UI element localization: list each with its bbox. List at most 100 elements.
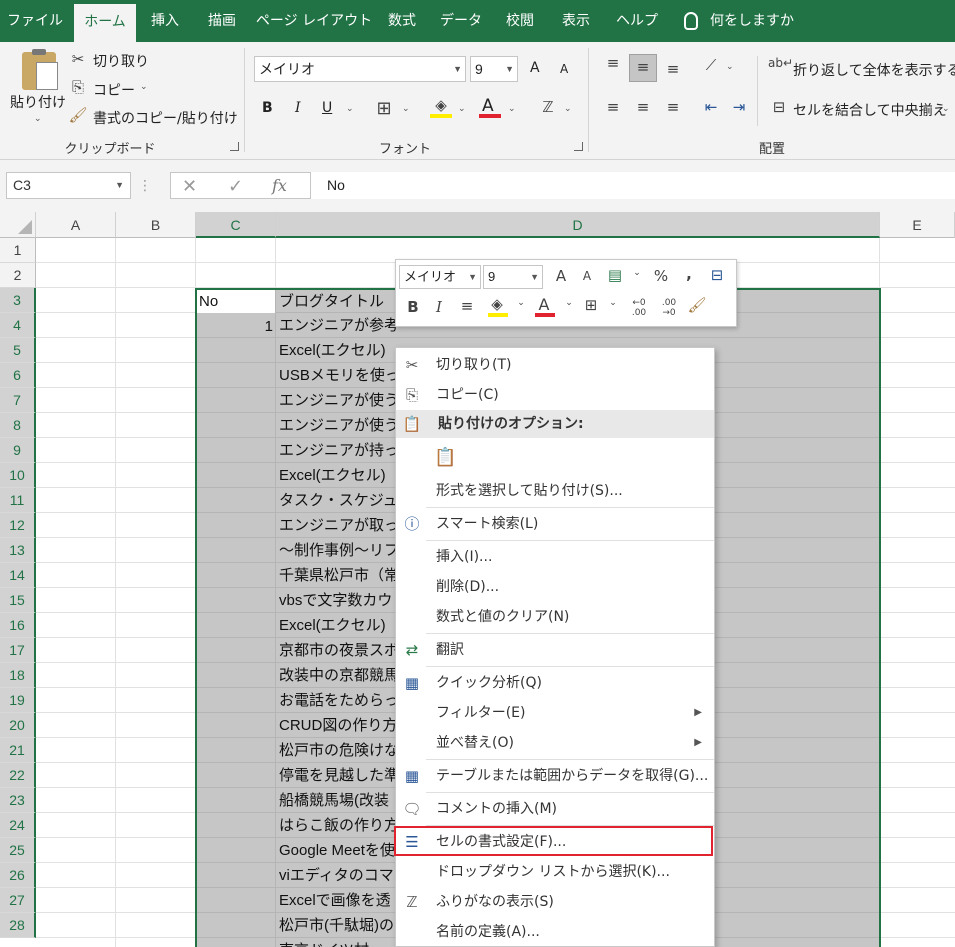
- tab-file[interactable]: ファイル: [0, 0, 70, 42]
- row-header[interactable]: 6: [0, 363, 36, 388]
- row-header[interactable]: 9: [0, 438, 36, 463]
- clipboard-launcher-icon[interactable]: [230, 142, 239, 151]
- percent-style-button[interactable]: %: [650, 267, 672, 285]
- font-color-dropdown-chevron-icon[interactable]: ⌄: [508, 104, 516, 114]
- menu-item-quick-analysis[interactable]: ▦ クイック分析(Q): [396, 669, 714, 697]
- menu-item-smart-lookup[interactable]: ⓘ スマート検索(L): [396, 510, 714, 538]
- select-all-button[interactable]: [0, 212, 36, 238]
- paste-option-default[interactable]: 📋: [396, 442, 714, 476]
- column-header-a[interactable]: A: [36, 212, 116, 238]
- row-header[interactable]: 28: [0, 913, 36, 938]
- row-header[interactable]: 7: [0, 388, 36, 413]
- row-header[interactable]: 25: [0, 838, 36, 863]
- row-header[interactable]: 22: [0, 763, 36, 788]
- merge-dropdown-chevron-icon[interactable]: ⌄: [942, 104, 950, 114]
- row-header[interactable]: 15: [0, 588, 36, 613]
- row-header[interactable]: 3: [0, 288, 36, 313]
- row-header[interactable]: 17: [0, 638, 36, 663]
- mini-shrink-font-icon[interactable]: A: [576, 269, 598, 283]
- mini-font-name-combo[interactable]: メイリオ ▼: [399, 265, 481, 289]
- column-header-e[interactable]: E: [880, 212, 955, 238]
- paste-icon[interactable]: [22, 49, 58, 90]
- name-box[interactable]: C3 ▼: [6, 172, 131, 199]
- mini-font-color-icon[interactable]: A: [533, 295, 555, 314]
- comma-style-button[interactable]: ,: [678, 265, 700, 283]
- mini-align-icon[interactable]: ≡: [456, 297, 478, 315]
- align-bottom-icon[interactable]: ≡: [662, 60, 684, 78]
- mini-borders-icon[interactable]: ⊞: [580, 296, 602, 314]
- cut-button[interactable]: 切り取り: [93, 51, 149, 71]
- cell-c4[interactable]: 1: [199, 314, 273, 339]
- menu-item-define-name[interactable]: 名前の定義(A)...: [396, 918, 714, 946]
- tab-insert[interactable]: 挿入: [140, 0, 190, 42]
- decrease-decimal-button[interactable]: .00 →0: [654, 298, 684, 318]
- mini-fill-color-icon[interactable]: ◈: [486, 295, 508, 313]
- phonetic-dropdown-chevron-icon[interactable]: ⌄: [564, 104, 572, 114]
- row-header[interactable]: 24: [0, 813, 36, 838]
- row-header[interactable]: 20: [0, 713, 36, 738]
- tab-formulas[interactable]: 数式: [378, 0, 426, 42]
- italic-button[interactable]: I: [295, 100, 301, 116]
- tab-draw[interactable]: 描画: [196, 0, 248, 42]
- row-header[interactable]: 13: [0, 538, 36, 563]
- mini-italic-button[interactable]: I: [428, 298, 450, 316]
- chevron-down-icon[interactable]: ⌄: [602, 298, 624, 308]
- align-center-icon[interactable]: ≡: [632, 98, 654, 116]
- menu-item-insert[interactable]: 挿入(I)...: [396, 543, 714, 571]
- mini-grow-font-icon[interactable]: A: [550, 267, 572, 285]
- menu-item-filter[interactable]: フィルター(E) ▶: [396, 699, 714, 727]
- row-header[interactable]: 23: [0, 788, 36, 813]
- row-header[interactable]: 11: [0, 488, 36, 513]
- menu-item-delete[interactable]: 削除(D)...: [396, 573, 714, 601]
- mini-format-painter-icon[interactable]: 🖌: [686, 296, 708, 314]
- row-header[interactable]: 8: [0, 413, 36, 438]
- fill-color-icon[interactable]: ◈: [430, 96, 452, 114]
- shrink-font-button[interactable]: A: [560, 62, 568, 76]
- tab-help[interactable]: ヘルプ: [608, 0, 666, 42]
- row-header[interactable]: 14: [0, 563, 36, 588]
- menu-item-cut[interactable]: ✂ 切り取り(T): [396, 351, 714, 379]
- tell-me-search[interactable]: 何をしますか: [684, 0, 804, 42]
- menu-item-clear-contents[interactable]: 数式と値のクリア(N): [396, 603, 714, 631]
- merge-center-icon[interactable]: ⊟: [706, 266, 728, 284]
- font-size-combo[interactable]: 9 ▼: [470, 56, 518, 82]
- row-header[interactable]: 19: [0, 688, 36, 713]
- font-color-button[interactable]: A: [482, 96, 494, 116]
- align-right-icon[interactable]: ≡: [662, 98, 684, 116]
- menu-item-sort[interactable]: 並べ替え(O) ▶: [396, 729, 714, 757]
- row-header[interactable]: 2: [0, 263, 36, 288]
- underline-button[interactable]: U: [322, 100, 332, 116]
- row-header[interactable]: 18: [0, 663, 36, 688]
- menu-item-paste-special[interactable]: 形式を選択して貼り付け(S)...: [396, 477, 714, 505]
- menu-item-copy[interactable]: ⎘ コピー(C): [396, 381, 714, 409]
- align-left-icon[interactable]: ≡: [602, 98, 624, 116]
- increase-decimal-button[interactable]: ←0 .00: [624, 298, 654, 318]
- underline-dropdown-chevron-icon[interactable]: ⌄: [346, 104, 354, 114]
- borders-dropdown-chevron-icon[interactable]: ⌄: [402, 104, 410, 114]
- row-header[interactable]: 21: [0, 738, 36, 763]
- merge-center-button[interactable]: セルを結合して中央揃え: [793, 100, 947, 120]
- font-launcher-icon[interactable]: [574, 142, 583, 151]
- row-header[interactable]: 5: [0, 338, 36, 363]
- menu-item-get-data[interactable]: ▦ テーブルまたは範囲からデータを取得(G)...: [396, 762, 714, 790]
- phonetic-guide-icon[interactable]: ℤ: [538, 98, 558, 116]
- chevron-down-icon[interactable]: ⌄: [626, 268, 648, 278]
- menu-item-phonetic[interactable]: ℤ ふりがなの表示(S): [396, 888, 714, 916]
- column-header-d[interactable]: D: [276, 212, 880, 238]
- font-name-combo[interactable]: メイリオ ▼: [254, 56, 466, 82]
- accounting-format-icon[interactable]: ▤: [604, 266, 626, 284]
- align-top-icon[interactable]: ≡: [602, 54, 624, 72]
- cancel-icon[interactable]: ✕: [182, 176, 197, 197]
- enter-icon[interactable]: ✓: [228, 176, 243, 197]
- column-header-b[interactable]: B: [116, 212, 196, 238]
- row-header[interactable]: 10: [0, 463, 36, 488]
- row-header[interactable]: 12: [0, 513, 36, 538]
- chevron-down-icon[interactable]: ⌄: [510, 298, 532, 308]
- fill-color-dropdown-chevron-icon[interactable]: ⌄: [458, 104, 466, 114]
- paste-button-label[interactable]: 貼り付け: [10, 92, 66, 112]
- copy-dropdown-chevron-icon[interactable]: ⌄: [140, 82, 148, 92]
- tab-data[interactable]: データ: [432, 0, 490, 42]
- tab-home[interactable]: ホーム: [74, 4, 136, 42]
- column-header-c[interactable]: C: [196, 212, 276, 238]
- mini-bold-button[interactable]: B: [402, 298, 424, 316]
